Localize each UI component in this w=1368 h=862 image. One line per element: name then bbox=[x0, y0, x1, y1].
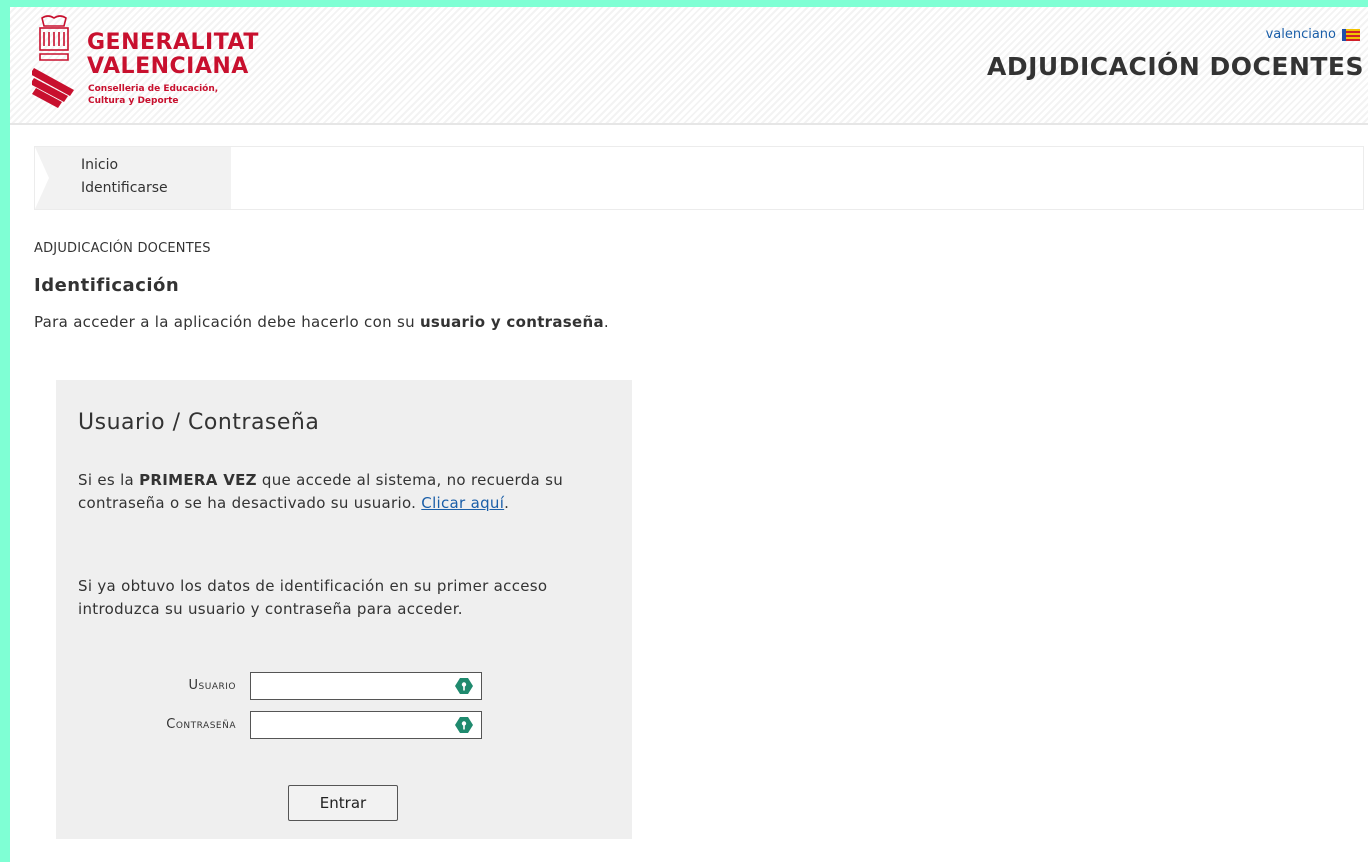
breadcrumb: Inicio Identificarse bbox=[34, 146, 1364, 210]
breadcrumb-item-inicio[interactable]: Inicio bbox=[81, 157, 118, 173]
first-access-suffix: . bbox=[504, 494, 510, 512]
logo-title-line1: GENERALITAT bbox=[87, 30, 259, 55]
app-title: ADJUDICACIÓN DOCENTES bbox=[987, 52, 1364, 81]
password-label: Contraseña bbox=[166, 717, 236, 732]
first-access-bold: PRIMERA VEZ bbox=[139, 471, 257, 489]
flag-icon[interactable] bbox=[1342, 28, 1360, 41]
submit-button[interactable]: Entrar bbox=[288, 785, 398, 821]
username-label: Usuario bbox=[188, 678, 236, 693]
login-panel: Usuario / Contraseña Si es la PRIMERA VE… bbox=[56, 380, 632, 839]
login-panel-title: Usuario / Contraseña bbox=[78, 410, 320, 435]
key-icon bbox=[455, 678, 473, 694]
section-label: ADJUDICACIÓN DOCENTES bbox=[34, 241, 211, 256]
username-field[interactable] bbox=[250, 672, 482, 700]
key-icon bbox=[455, 717, 473, 733]
logo-subtitle-line2: Cultura y Deporte bbox=[88, 96, 179, 106]
header: GENERALITAT VALENCIANA Conselleria de Ed… bbox=[10, 7, 1368, 125]
generalitat-logo[interactable]: GENERALITAT VALENCIANA Conselleria de Ed… bbox=[32, 12, 292, 122]
intro-text: Para acceder a la aplicación debe hacerl… bbox=[34, 313, 609, 331]
password-row: Contraseña bbox=[56, 711, 632, 741]
click-here-link[interactable]: Clicar aquí bbox=[421, 494, 504, 512]
breadcrumb-box: Inicio Identificarse bbox=[35, 147, 231, 209]
breadcrumb-item-identificarse: Identificarse bbox=[81, 180, 168, 196]
password-field[interactable] bbox=[250, 711, 482, 739]
username-row: Usuario bbox=[56, 672, 632, 702]
returning-user-text: Si ya obtuvo los datos de identificación… bbox=[78, 577, 548, 618]
first-access-text: Si es la PRIMERA VEZ que accede al siste… bbox=[78, 469, 613, 515]
first-access-prefix: Si es la bbox=[78, 471, 140, 489]
language-switch: valenciano bbox=[1266, 27, 1360, 42]
logo-title-line2: VALENCIANA bbox=[87, 54, 249, 79]
page: GENERALITAT VALENCIANA Conselleria de Ed… bbox=[10, 7, 1368, 862]
emblem-icon bbox=[32, 15, 74, 108]
language-link[interactable]: valenciano bbox=[1266, 27, 1336, 42]
intro-prefix: Para acceder a la aplicación debe hacerl… bbox=[34, 313, 420, 331]
intro-bold: usuario y contraseña bbox=[419, 313, 604, 331]
breadcrumb-notch bbox=[35, 147, 49, 209]
logo-subtitle-line1: Conselleria de Educación, bbox=[88, 84, 219, 94]
intro-suffix: . bbox=[603, 313, 609, 331]
page-title: Identificación bbox=[34, 275, 180, 296]
